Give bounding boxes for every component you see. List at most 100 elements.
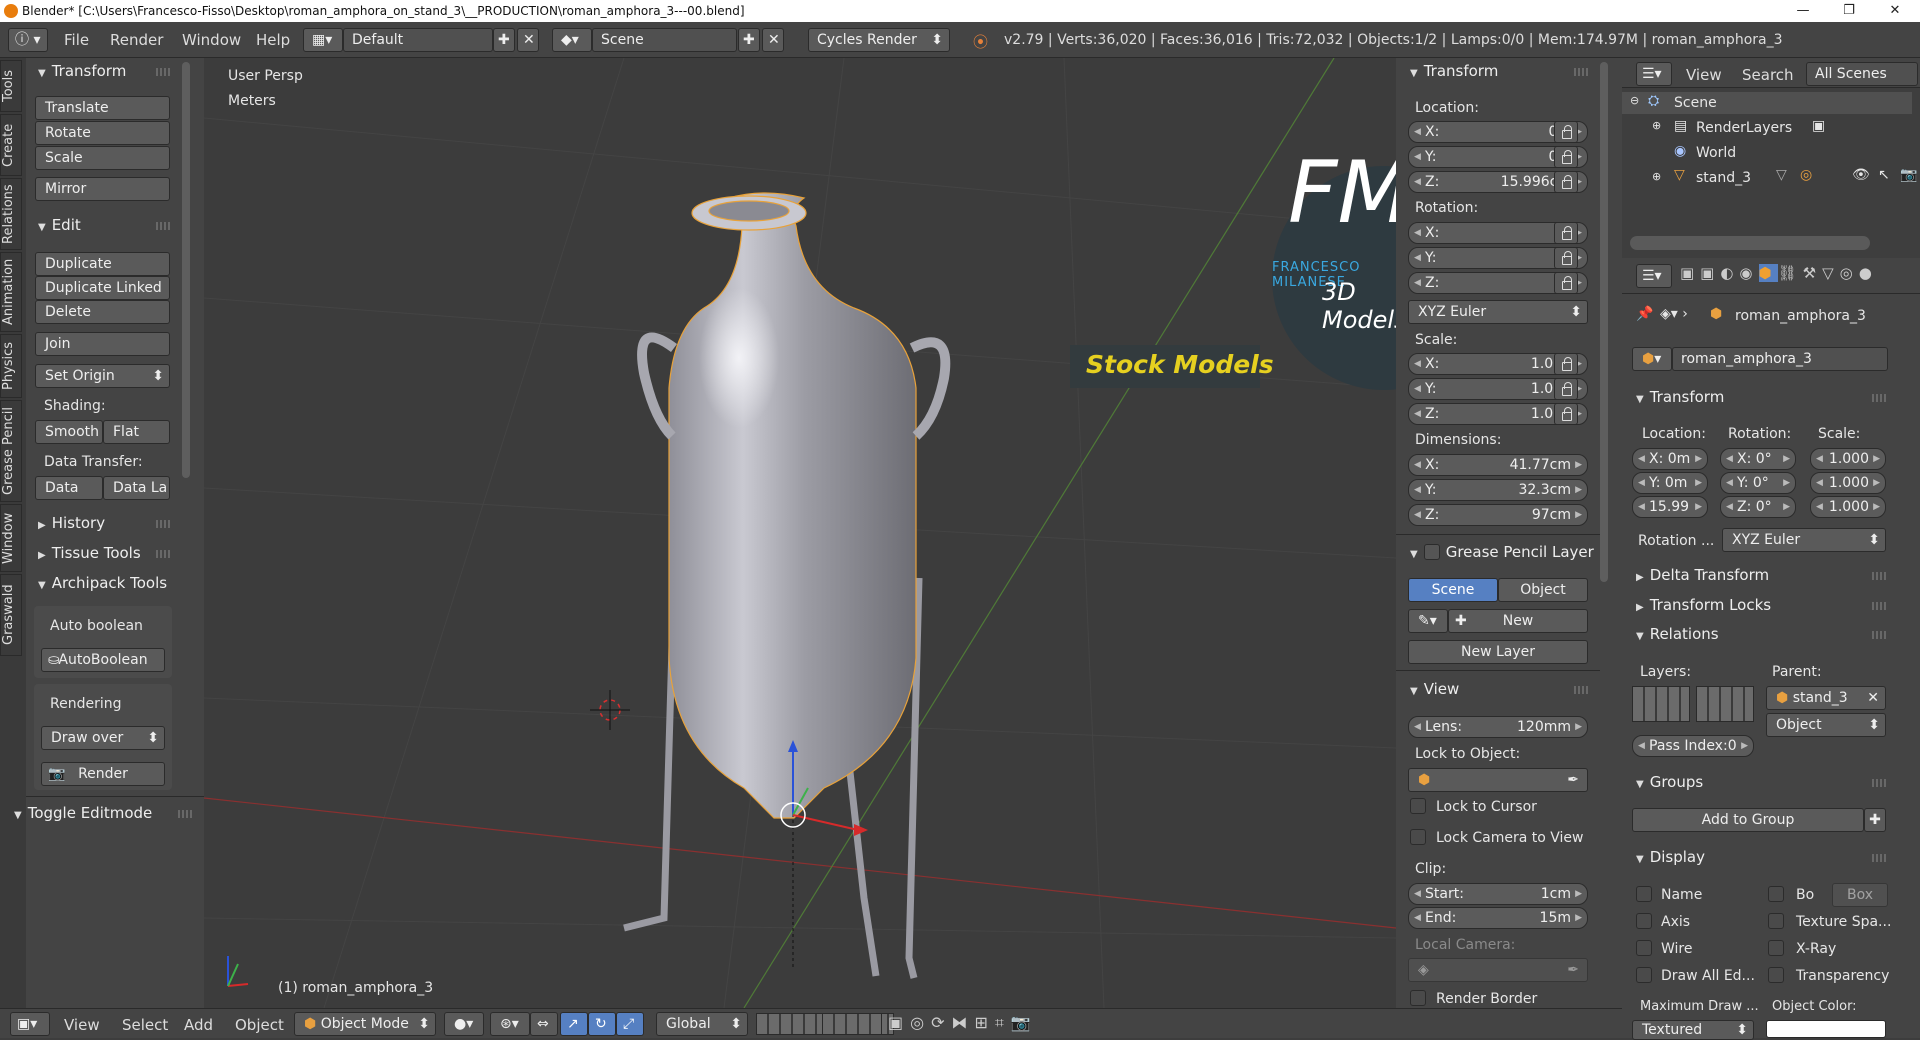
- layers-grid-1[interactable]: [1632, 686, 1690, 722]
- maximize-button[interactable]: ❐: [1826, 0, 1872, 22]
- pass-index-field[interactable]: ◀ Pass Index:0 ▶: [1632, 735, 1754, 757]
- obj-loc-z[interactable]: ◀ 15.99 ▶: [1632, 496, 1708, 518]
- tab-grease-pencil[interactable]: Grease Pencil: [0, 400, 22, 502]
- join-button[interactable]: Join: [35, 332, 170, 356]
- outliner-search-menu[interactable]: Search: [1742, 66, 1794, 84]
- translate-manipulator-icon[interactable]: ↗: [560, 1012, 588, 1036]
- mirror-button[interactable]: Mirror: [35, 177, 170, 201]
- menu-select[interactable]: Select: [122, 1016, 168, 1034]
- flat-button[interactable]: Flat: [103, 420, 170, 444]
- eyedropper-icon[interactable]: ✒: [1567, 769, 1579, 791]
- obj-scale-y[interactable]: ◀ 1.000 ▶: [1810, 472, 1886, 494]
- layout-name-field[interactable]: Default: [343, 28, 493, 52]
- relations-header[interactable]: ▼ Relations: [1636, 625, 1719, 643]
- draw-all-edges-checkbox[interactable]: [1636, 967, 1652, 983]
- obj-loc-y[interactable]: ◀ Y: 0m ▶: [1632, 472, 1708, 494]
- parent-type-select[interactable]: Object ⬍: [1766, 713, 1886, 737]
- visibility-eye-icon[interactable]: 👁: [1852, 167, 1870, 183]
- renderlayer-toggle-icon[interactable]: ▣: [1812, 118, 1825, 134]
- local-camera-field[interactable]: ◈ ✒: [1408, 958, 1588, 982]
- object-datablock-icon[interactable]: ⬢▾: [1632, 347, 1672, 371]
- groups-header[interactable]: ▼ Groups: [1636, 773, 1703, 791]
- scene-name-field[interactable]: Scene: [592, 28, 737, 52]
- add-to-group-button[interactable]: Add to Group: [1632, 808, 1864, 832]
- lock-to-cursor-checkbox[interactable]: [1410, 798, 1426, 814]
- obj-loc-x[interactable]: ◀ X: 0m ▶: [1632, 448, 1708, 470]
- render-border-checkbox[interactable]: [1410, 990, 1426, 1006]
- tool-shelf-scrollbar[interactable]: [182, 62, 190, 478]
- properties-context-tabs[interactable]: ▣▣◐◉⬢⛓⚒▽◎●: [1680, 264, 1878, 282]
- data-button[interactable]: Data: [35, 476, 103, 500]
- panel-grip[interactable]: [156, 222, 170, 230]
- tissue-tools-header[interactable]: ▶ Tissue Tools: [38, 544, 141, 562]
- outliner-display-select[interactable]: All Scenes: [1806, 62, 1918, 86]
- display-name-checkbox[interactable]: [1636, 886, 1652, 902]
- properties-scrollbar[interactable]: [1600, 62, 1608, 582]
- clip-start-field[interactable]: ◀ Start: 1cm ▶: [1408, 883, 1588, 905]
- transparency-checkbox[interactable]: [1768, 967, 1784, 983]
- data-layers-button[interactable]: Data La: [103, 476, 170, 500]
- parent-field[interactable]: ⬢ stand_3 ✕: [1766, 686, 1886, 710]
- tab-physics[interactable]: Physics: [0, 334, 22, 398]
- translate-button[interactable]: Translate: [35, 96, 170, 120]
- lock-icon[interactable]: [1554, 146, 1578, 168]
- screen-layout-icon[interactable]: ▦▾: [303, 28, 343, 52]
- display-bounds-checkbox[interactable]: [1768, 886, 1784, 902]
- panel-grip[interactable]: [1872, 779, 1886, 787]
- lock-icon[interactable]: [1554, 272, 1578, 294]
- delta-transform-header[interactable]: ▶ Delta Transform: [1636, 566, 1769, 584]
- panel-grip[interactable]: [1872, 602, 1886, 610]
- grease-pencil-checkbox[interactable]: [1423, 544, 1440, 560]
- dimension-y-field[interactable]: ◀ Y: 32.3cm ▶: [1408, 479, 1588, 501]
- grease-pencil-layer-header[interactable]: ▼ Grease Pencil Layer: [1410, 543, 1594, 561]
- render-camera-icon[interactable]: 📷: [1900, 167, 1917, 183]
- lock-object-field[interactable]: ⬢ ✒: [1408, 768, 1588, 792]
- panel-grip[interactable]: [156, 550, 170, 558]
- lock-icon[interactable]: [1554, 403, 1578, 425]
- archipack-tools-header[interactable]: ▼ Archipack Tools: [38, 574, 167, 592]
- add-layout-icon[interactable]: ✚: [493, 28, 515, 52]
- rotate-button[interactable]: Rotate: [35, 121, 170, 145]
- render-button[interactable]: 📷 Render: [41, 762, 165, 786]
- panel-grip[interactable]: [156, 68, 170, 76]
- display-header[interactable]: ▼ Display: [1636, 848, 1705, 866]
- tools-transform-header[interactable]: ▼ Transform: [38, 62, 126, 80]
- panel-grip[interactable]: [1872, 572, 1886, 580]
- duplicate-linked-button[interactable]: Duplicate Linked: [35, 276, 170, 300]
- toggle-editmode-header[interactable]: ▼ Toggle Editmode: [14, 804, 152, 822]
- view-panel-header[interactable]: ▼ View: [1410, 680, 1459, 698]
- tab-animation[interactable]: Animation: [0, 252, 22, 332]
- tools-edit-header[interactable]: ▼ Edit: [38, 216, 81, 234]
- pivot-point-icon[interactable]: ⊛▾: [490, 1012, 530, 1036]
- tab-create[interactable]: Create: [0, 114, 22, 176]
- lock-icon[interactable]: [1554, 378, 1578, 400]
- obj-rot-y[interactable]: ◀ Y: 0° ▶: [1720, 472, 1796, 494]
- layer-buttons-2[interactable]: [822, 1013, 882, 1035]
- transform-orientation-select[interactable]: Global ⬍: [656, 1012, 748, 1036]
- outliner-world-label[interactable]: World: [1696, 145, 1736, 161]
- dimension-z-field[interactable]: ◀ Z: 97cm ▶: [1408, 504, 1588, 526]
- 3d-viewport[interactable]: User Persp Meters FM FRANCESCO MILANESE …: [204, 58, 1396, 1008]
- gp-object-tab[interactable]: Object: [1498, 578, 1588, 602]
- obj-rot-z[interactable]: ◀ Z: 0° ▶: [1720, 496, 1796, 518]
- history-header[interactable]: ▶ History: [38, 514, 105, 532]
- auto-boolean-button[interactable]: ⛀ AutoBoolean: [41, 648, 165, 672]
- object-mode-select[interactable]: ⬢ Object Mode ⬍: [294, 1012, 436, 1036]
- panel-grip[interactable]: [178, 810, 192, 818]
- eyedropper-icon[interactable]: ✒: [1567, 959, 1579, 981]
- editor-type-button[interactable]: ⓘ ▾: [8, 28, 48, 52]
- dimension-x-field[interactable]: ◀ X: 41.77cm ▶: [1408, 454, 1588, 476]
- menu-window[interactable]: Window: [182, 31, 241, 49]
- expand-icon[interactable]: ⊕: [1652, 170, 1661, 183]
- panel-grip[interactable]: [1872, 631, 1886, 639]
- obj-scale-z[interactable]: ◀ 1.000 ▶: [1810, 496, 1886, 518]
- display-axis-checkbox[interactable]: [1636, 913, 1652, 929]
- scale-manipulator-icon[interactable]: ⤢: [616, 1012, 644, 1036]
- menu-help[interactable]: Help: [256, 31, 290, 49]
- remove-scene-icon[interactable]: ✕: [762, 28, 784, 52]
- props-transform-header[interactable]: ▼ Transform: [1410, 62, 1498, 80]
- lock-icon[interactable]: [1554, 121, 1578, 143]
- obj-scale-x[interactable]: ◀ 1.000 ▶: [1810, 448, 1886, 470]
- minimize-button[interactable]: —: [1780, 0, 1826, 22]
- panel-grip[interactable]: [1574, 68, 1588, 76]
